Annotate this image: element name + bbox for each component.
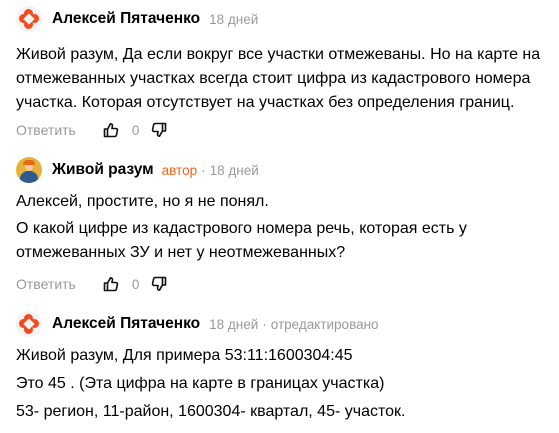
dzen-logo-avatar[interactable] (16, 6, 42, 32)
edited-label: отредактировано (270, 316, 379, 332)
comment-text-line: отмежеванных участках всегда стоит цифра… (16, 70, 531, 87)
thumbs-up-icon[interactable] (103, 276, 119, 292)
user-photo-avatar[interactable] (16, 157, 42, 183)
author-badge: автор (161, 162, 198, 178)
like-count: 0 (131, 122, 140, 138)
comment-author[interactable]: Алексей Пятаченко (52, 10, 200, 28)
comment-time: 18 дней (209, 162, 259, 178)
comment-author[interactable]: Алексей Пятаченко (52, 315, 200, 333)
comment-header: Алексей Пятаченко 18 дней · отредактиров… (16, 311, 379, 337)
like-count: 0 (131, 276, 140, 292)
reply-button[interactable]: Ответить (16, 276, 76, 292)
meta-separator: · (262, 316, 267, 332)
thumbs-up-icon[interactable] (103, 122, 119, 138)
comment-text-line: 53- регион, 11-район, 1600304- квартал, … (16, 403, 406, 420)
comment-actions: Ответить 0 (16, 120, 167, 140)
comment-author[interactable]: Живой разум (52, 161, 154, 179)
comment-text-line: участка. Которая отсутствует на участках… (16, 94, 515, 111)
comment-time: 18 дней (209, 316, 259, 332)
comment-text-line: Алексей, простите, но я не понял. (16, 193, 269, 210)
thumbs-down-icon[interactable] (151, 122, 167, 138)
comment-text-line: О какой цифре из кадастрового номера реч… (16, 220, 467, 237)
comment-header: Живой разум автор · 18 дней (16, 157, 259, 183)
comment-header: Алексей Пятаченко 18 дней (16, 6, 258, 32)
thumbs-down-icon[interactable] (151, 276, 167, 292)
comment-text-line: отмежеванных ЗУ и нет у неотмежеванных? (16, 244, 346, 261)
comment-text-line: Живой разум, Да если вокруг все участки … (16, 46, 541, 63)
comment-actions: Ответить 0 (16, 274, 167, 294)
comment-text-line: Это 45 . (Эта цифра на карте в границах … (16, 375, 385, 392)
comment-text-line: Живой разум, Для примера 53:11:1600304:4… (16, 347, 353, 364)
dzen-logo-avatar[interactable] (16, 311, 42, 337)
meta-separator: · (201, 162, 206, 178)
comment-time: 18 дней (209, 11, 259, 27)
reply-button[interactable]: Ответить (16, 122, 76, 138)
